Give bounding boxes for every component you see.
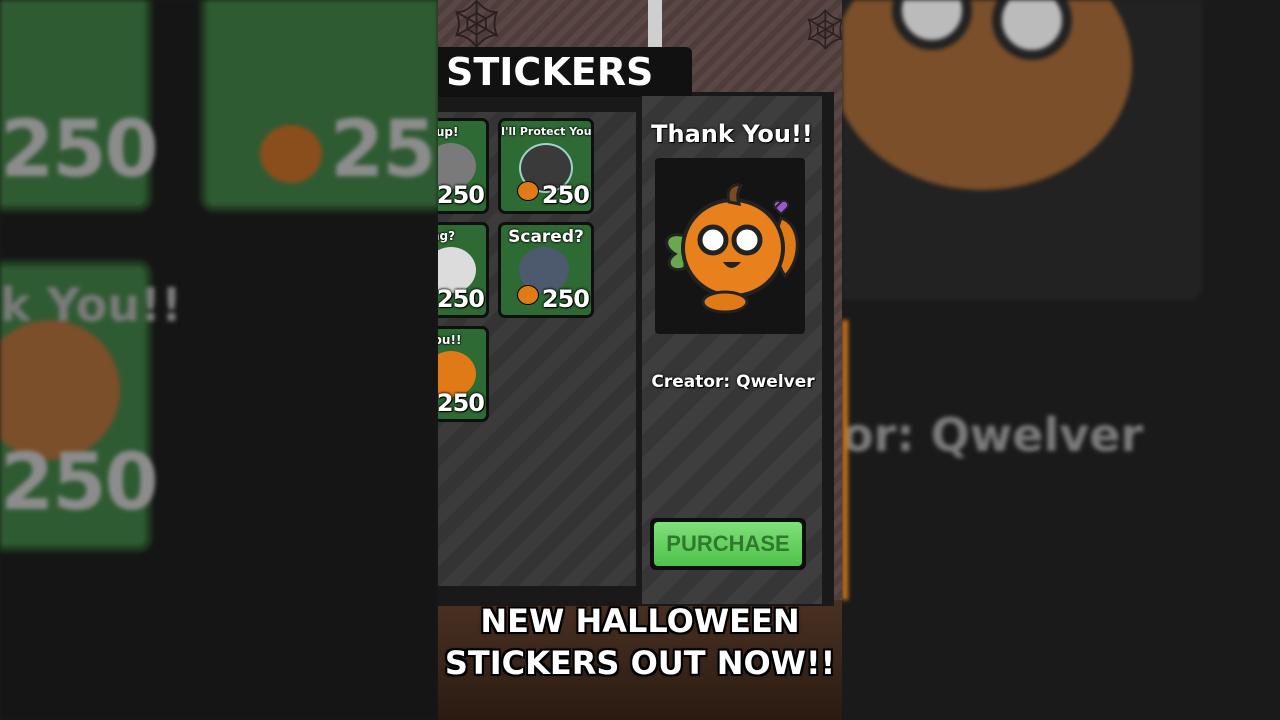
background-left-blur: 250 25 k You!! 250	[0, 0, 438, 720]
sticker-price: 250	[438, 389, 485, 417]
sticker-name: Scared?	[508, 227, 584, 247]
caption-line-2: STICKERS OUT NOW!!	[444, 644, 836, 682]
sticker-name: Anything?	[438, 229, 456, 243]
pumpkin-icon	[517, 285, 539, 305]
sticker-price: 250	[438, 285, 485, 313]
sticker-grid[interactable]: Backup! 250 I'll Protect You! 250 Anythi…	[438, 112, 636, 586]
sticker-name: Backup!	[438, 125, 459, 139]
detail-title: Thank You!!	[651, 120, 813, 148]
sticker-price: 250	[541, 181, 590, 209]
creator-label: Creator: Qwelver	[651, 372, 815, 392]
bg-creator-text: or: Qwelver	[842, 408, 1144, 462]
bg-caption-text: k You!!	[0, 278, 183, 332]
sticker-preview	[655, 158, 805, 334]
sticker-card[interactable]: Backup! 250	[438, 118, 489, 214]
bg-price-text: 25	[330, 105, 437, 195]
sticker-price: 250	[541, 285, 590, 313]
bg-edge	[842, 320, 848, 600]
background-right-blur: or: Qwelver	[842, 0, 1280, 720]
bg-price-text: 250	[0, 105, 159, 195]
lamp-pole	[648, 0, 662, 48]
bg-pumpkin-icon	[260, 125, 322, 183]
purchase-button[interactable]: PURCHASE	[650, 518, 806, 570]
bg-price-text: 250	[0, 438, 159, 528]
caption-line-1: NEW HALLOWEEN	[480, 602, 800, 640]
video-caption: NEW HALLOWEEN STICKERS OUT NOW!!	[438, 600, 842, 684]
sticker-name: Thank You!!	[438, 333, 462, 347]
purchase-label: PURCHASE	[654, 522, 802, 566]
sticker-name: I'll Protect You!	[501, 125, 594, 138]
sticker-card[interactable]: Scared? 250	[498, 222, 594, 318]
spiderweb-icon: 🕸	[446, 0, 507, 52]
spiderweb-icon: 🕸	[800, 7, 842, 53]
shop-title: STICKERS	[446, 50, 654, 94]
game-scene: 🕸 🕸 STICKERS Backup! 250 I'll Protect Yo…	[438, 0, 842, 720]
pumpkin-icon	[517, 181, 539, 201]
sticker-card[interactable]: Thank You!! 250	[438, 326, 489, 422]
sticker-price: 250	[438, 181, 485, 209]
sticker-card[interactable]: Anything? 250	[438, 222, 489, 318]
sticker-card[interactable]: I'll Protect You! 250	[498, 118, 594, 214]
pumpkin-sticker-icon	[665, 183, 799, 314]
